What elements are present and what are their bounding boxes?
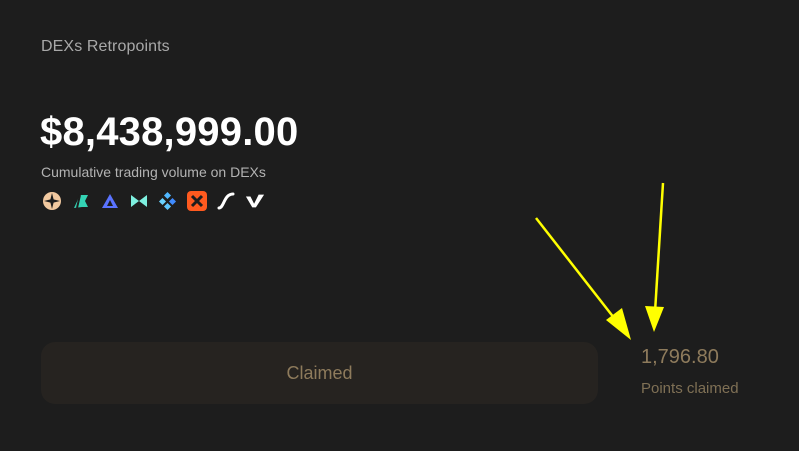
- dex-diamond-icon: [158, 191, 178, 211]
- card-title: DEXs Retropoints: [41, 38, 170, 55]
- trading-volume-amount: $8,438,999.00: [40, 110, 299, 154]
- claimed-button[interactable]: Claimed: [41, 342, 598, 404]
- points-claimed-value: 1,796.80: [641, 346, 719, 368]
- trading-volume-caption: Cumulative trading volume on DEXs: [41, 164, 266, 180]
- dex-triangle-icon: [100, 191, 120, 211]
- dex-retropoints-card: DEXs Retropoints $8,438,999.00 Cumulativ…: [0, 0, 799, 451]
- annotation-arrow-right: [645, 182, 665, 332]
- dex-icon-list: [42, 191, 265, 211]
- dex-x-icon: [187, 191, 207, 211]
- dex-flag-icon: [71, 191, 91, 211]
- dex-compass-icon: [42, 191, 62, 211]
- annotation-arrow-left: [535, 217, 631, 340]
- dex-bowtie-icon: [129, 191, 149, 211]
- dex-v-icon: [245, 191, 265, 211]
- points-claimed-label: Points claimed: [641, 380, 739, 397]
- dex-swirl-icon: [216, 191, 236, 211]
